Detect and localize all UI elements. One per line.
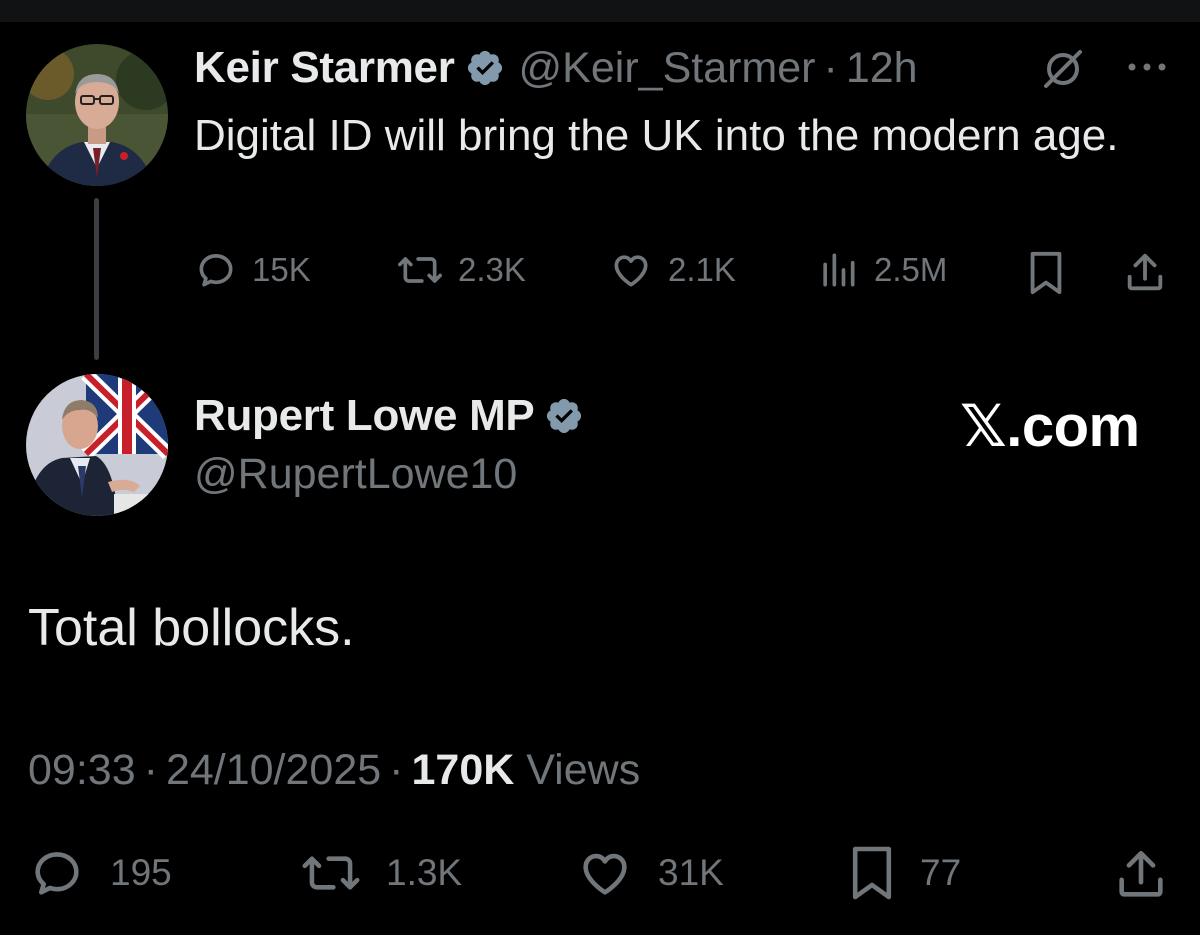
parent-timestamp[interactable]: 12h <box>846 44 918 93</box>
bookmark-icon <box>852 846 892 900</box>
main-author-handle[interactable]: @RupertLowe10 <box>194 450 517 499</box>
repost-icon <box>302 856 360 890</box>
separator-dot: · <box>823 43 838 92</box>
share-icon <box>1127 253 1163 291</box>
main-repost-button[interactable]: 1.3K <box>300 844 462 902</box>
repost-icon <box>398 257 442 283</box>
share-icon <box>1119 850 1163 897</box>
parent-author-name[interactable]: Keir Starmer <box>194 43 455 93</box>
tweet-time[interactable]: 09:33 <box>28 746 136 795</box>
parent-tweet-header: Keir Starmer @Keir_Starmer · 12h <box>194 40 918 96</box>
tweet-meta: 09:33 · 24/10/2025 · 170K Views <box>28 742 640 798</box>
views-icon <box>823 253 855 287</box>
main-reply-button[interactable]: 195 <box>28 844 172 902</box>
parent-tweet-text: Digital ID will bring the UK into the mo… <box>194 111 1119 160</box>
main-like-count: 31K <box>658 852 724 893</box>
avatar-rupert-lowe[interactable] <box>26 374 168 516</box>
separator-dot: · <box>143 745 158 794</box>
bookmark-icon <box>1030 251 1062 295</box>
parent-views-count: 2.5M <box>874 251 948 288</box>
more-icon[interactable] <box>1124 52 1170 82</box>
main-bookmark-count: 77 <box>920 852 962 893</box>
grok-icon[interactable] <box>1040 46 1086 92</box>
parent-repost-button[interactable]: 2.3K <box>396 248 526 292</box>
main-like-button[interactable]: 31K <box>576 844 724 902</box>
views-count[interactable]: 170K <box>411 746 514 795</box>
parent-views-button[interactable]: 2.5M <box>816 248 947 292</box>
main-tweet-header: Rupert Lowe MP <box>194 388 584 444</box>
parent-author-handle[interactable]: @Keir_Starmer <box>519 44 816 93</box>
tweet-date[interactable]: 24/10/2025 <box>166 746 381 795</box>
x-com-watermark: 𝕏.com <box>960 394 1140 459</box>
status-strip <box>0 0 1200 22</box>
main-repost-count: 1.3K <box>386 852 463 893</box>
like-icon <box>583 853 627 895</box>
parent-reply-count: 15K <box>252 251 311 288</box>
main-share-button[interactable] <box>1112 846 1170 904</box>
main-author-name[interactable]: Rupert Lowe MP <box>194 391 535 441</box>
parent-repost-count: 2.3K <box>458 251 526 288</box>
main-reply-count: 195 <box>110 852 172 893</box>
reply-icon <box>199 254 233 287</box>
main-tweet-text: Total bollocks. <box>28 599 355 657</box>
like-icon <box>614 255 648 287</box>
reply-icon <box>35 852 79 895</box>
thread-connector-line <box>94 198 99 360</box>
views-label: Views <box>526 745 641 794</box>
parent-share-button[interactable] <box>1122 250 1168 296</box>
parent-like-button[interactable]: 2.1K <box>608 248 736 292</box>
verified-badge-icon <box>547 398 582 434</box>
avatar-keir-starmer[interactable] <box>26 44 168 186</box>
separator-dot: · <box>389 745 404 794</box>
parent-like-count: 2.1K <box>668 251 736 288</box>
main-bookmark-button[interactable]: 77 <box>848 844 961 902</box>
parent-reply-button[interactable]: 15K <box>194 248 311 292</box>
verified-badge-icon <box>467 50 502 86</box>
parent-bookmark-button[interactable] <box>1026 250 1066 296</box>
